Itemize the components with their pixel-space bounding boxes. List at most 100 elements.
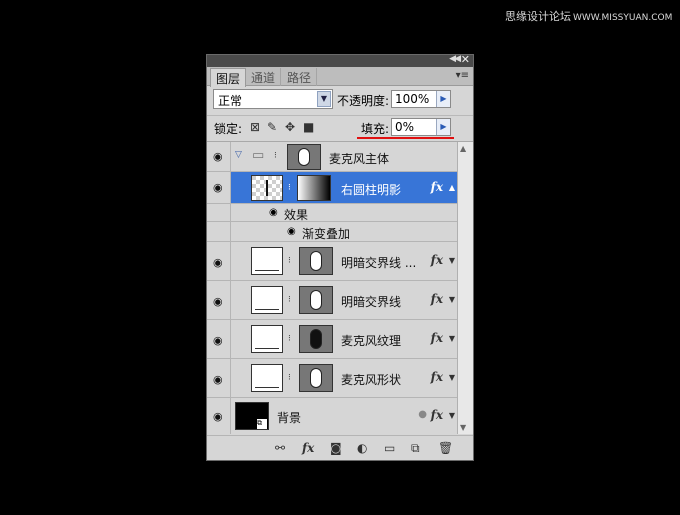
- layer-name: 麦克风形状: [341, 373, 402, 387]
- layer-row[interactable]: ◉ ⁝ 明暗交界线 fx ▼: [207, 281, 457, 320]
- visibility-toggle[interactable]: ◉: [207, 281, 231, 319]
- lock-move-icon[interactable]: ✥: [285, 120, 295, 134]
- layer-thumbnail[interactable]: [251, 325, 283, 353]
- layer-row[interactable]: ◉ ⁝ 麦克风纹理 fx ▼: [207, 320, 457, 359]
- visibility-toggle[interactable]: ◉: [207, 172, 231, 203]
- blend-mode-select[interactable]: 正常 ▼: [213, 89, 333, 109]
- layer-thumbnail[interactable]: [251, 175, 283, 201]
- chevron-down-icon[interactable]: ▼: [317, 91, 331, 107]
- layer-row-background[interactable]: ◉ ⧉ 背景 ● fx ▼: [207, 398, 457, 434]
- visibility-toggle: [207, 222, 231, 241]
- effect-name: 渐变叠加: [302, 227, 351, 241]
- tab-channels[interactable]: 通道: [246, 68, 282, 86]
- layer-name: 背景: [277, 411, 302, 425]
- adjustment-layer-icon[interactable]: ◐: [357, 441, 367, 455]
- link-icon: ⁝: [274, 151, 277, 161]
- layer-thumbnail[interactable]: [251, 247, 283, 275]
- add-layer-style-icon[interactable]: fx: [302, 441, 314, 455]
- layer-row-group[interactable]: ◉ ▽ ▭ ⁝ 麦克风主体: [207, 142, 457, 172]
- fill-field[interactable]: 0% ▶: [391, 118, 451, 136]
- lock-brush-icon[interactable]: ✎: [267, 120, 277, 134]
- layer-thumbnail[interactable]: [251, 286, 283, 314]
- layer-mask-thumbnail[interactable]: [299, 286, 333, 314]
- add-mask-icon[interactable]: ◙: [330, 441, 342, 455]
- visibility-toggle[interactable]: ◉: [207, 242, 231, 280]
- watermark: 思缘设计论坛 WWW.MISSYUAN.COM: [505, 8, 672, 24]
- link-layers-icon[interactable]: ⚯: [275, 441, 285, 455]
- opacity-arrow-icon[interactable]: ▶: [436, 91, 450, 107]
- effects-label: 效果: [284, 208, 309, 222]
- layer-thumbnail[interactable]: ⧉: [235, 402, 269, 430]
- visibility-toggle[interactable]: ◉: [207, 320, 231, 358]
- expand-effects-icon[interactable]: ▼: [449, 334, 455, 343]
- layer-row[interactable]: ◉ ⁝ 麦克风形状 fx ▼: [207, 359, 457, 398]
- fill-arrow-icon[interactable]: ▶: [436, 119, 450, 135]
- link-icon: ⁝: [288, 295, 291, 305]
- expand-effects-icon[interactable]: ▼: [449, 256, 455, 265]
- layer-row-selected[interactable]: ◉ ⁝ 右圆柱明影 fx ▲: [207, 172, 457, 204]
- expand-triangle-icon[interactable]: ▽: [235, 150, 242, 160]
- new-layer-icon[interactable]: ⧉: [411, 441, 420, 456]
- lock-transparent-icon[interactable]: ⊠: [250, 120, 260, 134]
- fill-label: 填充:: [361, 122, 390, 136]
- fx-icon[interactable]: fx: [431, 253, 443, 267]
- link-icon: ⁝: [288, 334, 291, 344]
- link-icon: ⁝: [288, 373, 291, 383]
- panel-menu-icon[interactable]: ▾≡: [456, 70, 469, 81]
- layer-mask-thumbnail[interactable]: [299, 364, 333, 392]
- eye-icon: ◉: [213, 334, 223, 347]
- eye-icon[interactable]: ◉: [287, 226, 296, 237]
- layer-name: 明暗交界线 ...: [341, 256, 417, 270]
- expand-effects-icon[interactable]: ▼: [449, 373, 455, 382]
- layer-name: 右圆柱明影: [341, 183, 402, 197]
- eye-icon: ◉: [213, 181, 223, 194]
- layer-row[interactable]: ◉ ⁝ 明暗交界线 ... fx ▼: [207, 242, 457, 281]
- layer-name: 麦克风纹理: [341, 334, 402, 348]
- layers-panel: ◀◀ ✕ 图层 通道 路径 ▾≡ 正常 ▼ 不透明度: 100% ▶ 锁定: ⊠…: [206, 53, 474, 461]
- fx-icon[interactable]: fx: [431, 292, 443, 306]
- panel-footer: ⚯ fx ◙ ◐ ▭ ⧉ 🗑: [207, 435, 473, 461]
- expand-effects-icon[interactable]: ▼: [449, 295, 455, 304]
- layer-mask-thumbnail[interactable]: [299, 247, 333, 275]
- fill-value: 0%: [395, 120, 415, 134]
- expand-effects-icon[interactable]: ▲: [449, 183, 455, 192]
- fill-highlight-underline: [357, 137, 454, 139]
- fx-icon[interactable]: fx: [431, 180, 443, 194]
- expand-effects-icon[interactable]: ▼: [449, 411, 455, 420]
- opacity-field[interactable]: 100% ▶: [391, 90, 451, 108]
- layer-mask-thumbnail[interactable]: [287, 144, 321, 170]
- tab-layers[interactable]: 图层: [210, 68, 247, 87]
- lock-label: 锁定:: [214, 122, 243, 136]
- trash-icon[interactable]: 🗑: [438, 441, 453, 455]
- blend-mode-value: 正常: [218, 94, 243, 108]
- link-icon: ⁝: [288, 183, 291, 193]
- effects-row[interactable]: ◉ 效果: [207, 204, 457, 222]
- layer-mask-thumbnail[interactable]: [297, 175, 331, 201]
- visibility-toggle[interactable]: ◉: [207, 398, 231, 434]
- watermark-text: 思缘设计论坛: [505, 10, 571, 23]
- visibility-toggle: [207, 204, 231, 221]
- collapse-icon[interactable]: ◀◀: [449, 54, 461, 64]
- layers-scrollbar[interactable]: ▲ ▼: [457, 142, 473, 434]
- layer-name: 麦克风主体: [329, 152, 390, 166]
- opacity-value: 100%: [395, 92, 430, 106]
- fx-icon[interactable]: fx: [431, 408, 443, 422]
- folder-icon: ▭: [252, 148, 265, 163]
- fx-icon[interactable]: fx: [431, 331, 443, 345]
- visibility-toggle[interactable]: ◉: [207, 142, 231, 171]
- close-icon[interactable]: ✕: [461, 53, 470, 66]
- lock-all-icon[interactable]: ■: [303, 120, 314, 134]
- scroll-up-icon[interactable]: ▲: [460, 144, 466, 153]
- watermark-url: WWW.MISSYUAN.COM: [573, 13, 673, 23]
- fx-icon[interactable]: fx: [431, 370, 443, 384]
- visibility-toggle[interactable]: ◉: [207, 359, 231, 397]
- panel-tabs: 图层 通道 路径 ▾≡: [207, 67, 473, 87]
- effect-row-gradient-overlay[interactable]: ◉ 渐变叠加: [207, 222, 457, 242]
- eye-icon[interactable]: ◉: [269, 207, 278, 218]
- new-group-icon[interactable]: ▭: [384, 441, 395, 455]
- layer-mask-thumbnail[interactable]: [299, 325, 333, 353]
- scroll-down-icon[interactable]: ▼: [460, 423, 466, 432]
- layer-thumbnail[interactable]: [251, 364, 283, 392]
- eye-icon: ◉: [213, 150, 223, 163]
- tab-paths[interactable]: 路径: [282, 68, 318, 86]
